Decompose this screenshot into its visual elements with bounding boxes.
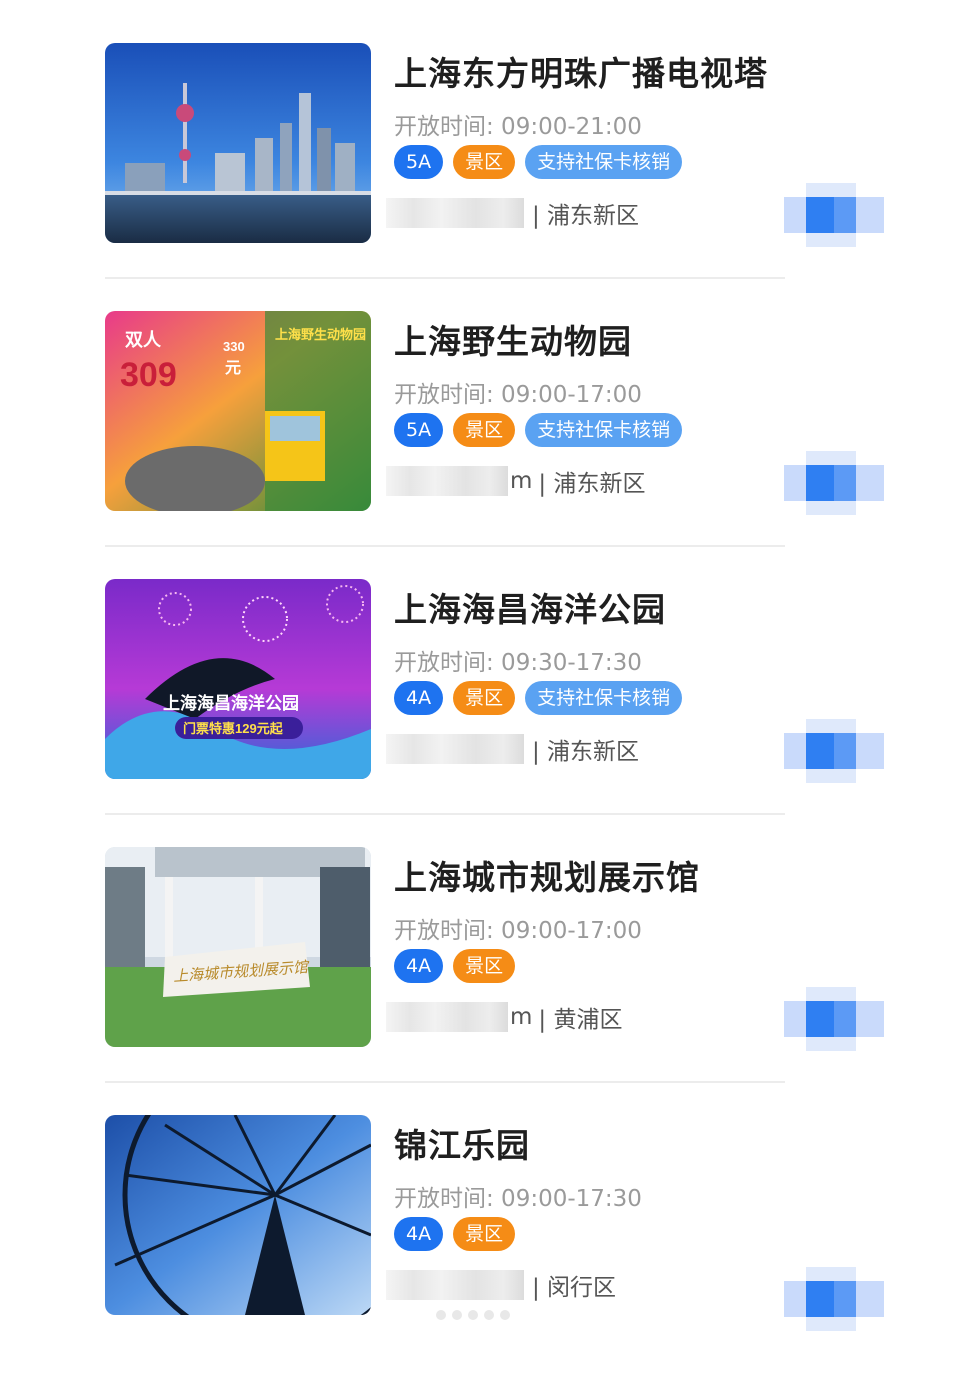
list-item[interactable]: 上海城市规划展示馆 上海城市规划展示馆 开放时间: 09:00-17:00 4A…	[0, 847, 954, 1115]
distance-unit: m	[510, 1004, 533, 1030]
promo-price: 309	[120, 356, 177, 394]
list-item[interactable]: 309 双人 330 元 上海野生动物园 上海野生动物园 开放时间: 09:00…	[0, 311, 954, 579]
ocean-park-image: 上海海昌海洋公园 门票特惠129元起	[105, 579, 371, 779]
district-label: | 浦东新区	[538, 471, 646, 497]
opening-hours: 开放时间: 09:00-17:30	[394, 1186, 642, 1212]
location-row: m | 黄浦区	[386, 999, 622, 1035]
type-badge: 景区	[453, 949, 516, 983]
distance-redacted	[386, 466, 508, 496]
social-card-badge: 支持社保卡核销	[525, 413, 683, 447]
distance-redacted	[386, 734, 524, 764]
tag-row: 5A 景区 支持社保卡核销	[394, 145, 683, 179]
promo-brand: 上海野生动物园	[275, 327, 366, 342]
opening-hours: 开放时间: 09:30-17:30	[394, 650, 642, 676]
list-item[interactable]: 上海海昌海洋公园 门票特惠129元起 上海海昌海洋公园 开放时间: 09:30-…	[0, 579, 954, 847]
type-badge: 景区	[453, 1217, 516, 1251]
level-badge: 4A	[394, 949, 444, 983]
location-row: m | 浦东新区	[386, 463, 645, 499]
distance-redacted	[386, 1002, 508, 1032]
district-label: | 浦东新区	[532, 739, 640, 765]
distance-redacted	[386, 198, 524, 228]
district-label: | 浦东新区	[532, 203, 640, 229]
navigate-button-icon[interactable]	[784, 175, 884, 255]
promo-park-name: 上海海昌海洋公园	[163, 693, 299, 713]
level-badge: 5A	[394, 413, 444, 447]
scenic-thumbnail[interactable]: 上海城市规划展示馆	[105, 847, 371, 1047]
list-item[interactable]: 锦江乐园 开放时间: 09:00-17:30 4A 景区 | 闵行区	[0, 1115, 954, 1383]
indicator-dot	[500, 1310, 510, 1320]
district-label: | 闵行区	[532, 1275, 617, 1301]
carousel-indicator	[436, 1310, 510, 1320]
tag-row: 5A 景区 支持社保卡核销	[394, 413, 683, 447]
scenic-name: 上海城市规划展示馆	[394, 858, 700, 897]
tag-row: 4A 景区 支持社保卡核销	[394, 681, 683, 715]
type-badge: 景区	[453, 413, 516, 447]
promo-deal: 门票特惠129元起	[183, 721, 284, 736]
promo-label: 双人	[125, 330, 162, 350]
oriental-pearl-image	[105, 43, 371, 243]
navigate-button-icon[interactable]	[784, 443, 884, 523]
scenic-thumbnail[interactable]	[105, 1115, 371, 1315]
level-badge: 4A	[394, 1217, 444, 1251]
scenic-name: 上海野生动物园	[394, 322, 632, 361]
ferris-wheel-image	[105, 1115, 371, 1315]
location-row: | 浦东新区	[386, 195, 639, 231]
opening-hours: 开放时间: 09:00-17:00	[394, 918, 642, 944]
level-badge: 5A	[394, 145, 444, 179]
location-row: | 浦东新区	[386, 731, 639, 767]
promo-old-price: 330	[223, 339, 245, 354]
scenic-thumbnail[interactable]: 309 双人 330 元 上海野生动物园	[105, 311, 371, 511]
tag-row: 4A 景区	[394, 1217, 516, 1251]
promo-unit: 元	[225, 360, 241, 377]
type-badge: 景区	[453, 145, 516, 179]
indicator-dot	[468, 1310, 478, 1320]
type-badge: 景区	[453, 681, 516, 715]
divider	[105, 545, 785, 547]
divider	[105, 813, 785, 815]
navigate-button-icon[interactable]	[784, 979, 884, 1059]
navigate-button-icon[interactable]	[784, 1259, 884, 1339]
wildlife-park-image: 309 双人 330 元 上海野生动物园	[105, 311, 371, 511]
indicator-dot	[452, 1310, 462, 1320]
navigate-button-icon[interactable]	[784, 711, 884, 791]
level-badge: 4A	[394, 681, 444, 715]
list-item[interactable]: 上海东方明珠广播电视塔 开放时间: 09:00-21:00 5A 景区 支持社保…	[0, 43, 954, 311]
scenic-name: 上海海昌海洋公园	[394, 590, 666, 629]
scenic-thumbnail[interactable]: 上海海昌海洋公园 门票特惠129元起	[105, 579, 371, 779]
social-card-badge: 支持社保卡核销	[525, 145, 683, 179]
social-card-badge: 支持社保卡核销	[525, 681, 683, 715]
divider	[105, 277, 785, 279]
planning-hall-image: 上海城市规划展示馆	[105, 847, 371, 1047]
tag-row: 4A 景区	[394, 949, 516, 983]
scenic-thumbnail[interactable]	[105, 43, 371, 243]
opening-hours: 开放时间: 09:00-17:00	[394, 382, 642, 408]
district-label: | 黄浦区	[538, 1007, 623, 1033]
indicator-dot	[436, 1310, 446, 1320]
opening-hours: 开放时间: 09:00-21:00	[394, 114, 642, 140]
divider	[105, 1081, 785, 1083]
location-row: | 闵行区	[386, 1267, 616, 1303]
indicator-dot	[484, 1310, 494, 1320]
scenic-name: 上海东方明珠广播电视塔	[394, 54, 768, 93]
scenic-name: 锦江乐园	[394, 1126, 530, 1165]
distance-redacted	[386, 1270, 524, 1300]
distance-unit: m	[510, 468, 533, 494]
